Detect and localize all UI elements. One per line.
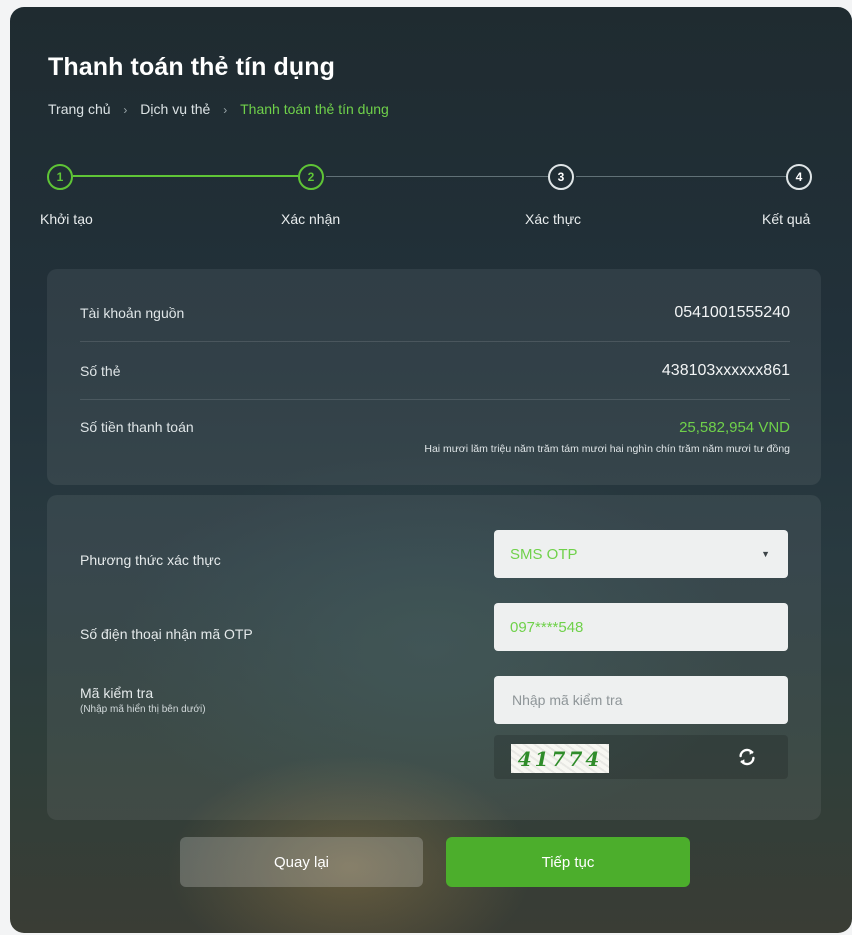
- amount-in-words: Hai mươi lăm triệu năm trăm tám mươi hai…: [424, 443, 790, 455]
- captcha-image: 41774: [511, 744, 609, 773]
- otp-phone-field: 097****548: [494, 603, 788, 651]
- breadcrumb: Trang chủ › Dịch vụ thẻ › Thanh toán thẻ…: [48, 101, 389, 117]
- payment-summary-panel: Tài khoản nguồn 0541001555240 Số thẻ 438…: [47, 269, 821, 485]
- step-4-circle: 4: [786, 164, 812, 190]
- auth-method-label: Phương thức xác thực: [80, 552, 221, 568]
- auth-method-select[interactable]: SMS OTP ▼: [494, 530, 788, 578]
- captcha-input-wrapper: [494, 676, 788, 724]
- breadcrumb-current: Thanh toán thẻ tín dụng: [240, 101, 389, 117]
- breadcrumb-separator-icon: ›: [123, 103, 128, 117]
- amount-value: 25,582,954 VND: [679, 419, 790, 436]
- card-number-value: 438103xxxxxx861: [661, 362, 790, 379]
- step-3-label: Xác thực: [525, 211, 582, 227]
- step-connector: [73, 175, 298, 177]
- caret-down-icon: ▼: [761, 549, 770, 559]
- step-1-label: Khởi tạo: [40, 211, 93, 227]
- card-number-label: Số thẻ: [80, 363, 121, 379]
- step-2-label: Xác nhận: [281, 211, 341, 227]
- captcha-hint: (Nhập mã hiển thị bên dưới): [80, 704, 206, 715]
- auth-method-value: SMS OTP: [510, 545, 578, 563]
- breadcrumb-card-services[interactable]: Dịch vụ thẻ: [140, 101, 210, 117]
- refresh-icon[interactable]: [736, 746, 758, 768]
- divider: [80, 399, 790, 400]
- source-account-label: Tài khoản nguồn: [80, 305, 185, 321]
- captcha-label: Mã kiểm tra: [80, 685, 154, 701]
- step-1-circle: 1: [47, 164, 73, 190]
- progress-stepper: 1 2 3 4 Khởi tạo Xác nhận Xác thực Kết q…: [10, 157, 852, 237]
- step-3-circle: 3: [548, 164, 574, 190]
- breadcrumb-separator-icon: ›: [223, 103, 228, 117]
- breadcrumb-home[interactable]: Trang chủ: [48, 101, 111, 117]
- source-account-value: 0541001555240: [674, 304, 790, 321]
- captcha-input[interactable]: [510, 691, 772, 709]
- divider: [80, 341, 790, 342]
- authentication-panel: Phương thức xác thực SMS OTP ▼ Số điện t…: [47, 495, 821, 820]
- back-button[interactable]: Quay lại: [180, 837, 423, 887]
- amount-label: Số tiền thanh toán: [80, 419, 194, 435]
- step-connector: [576, 176, 786, 177]
- payment-card: Thanh toán thẻ tín dụng Trang chủ › Dịch…: [10, 7, 852, 933]
- step-2-circle: 2: [298, 164, 324, 190]
- continue-button[interactable]: Tiếp tục: [446, 837, 690, 887]
- step-connector: [326, 176, 548, 177]
- captcha-area: 41774: [494, 735, 788, 779]
- page-title: Thanh toán thẻ tín dụng: [48, 53, 335, 81]
- otp-phone-label: Số điện thoại nhận mã OTP: [80, 626, 253, 642]
- otp-phone-value: 097****548: [510, 618, 584, 636]
- step-4-label: Kết quả: [762, 211, 811, 227]
